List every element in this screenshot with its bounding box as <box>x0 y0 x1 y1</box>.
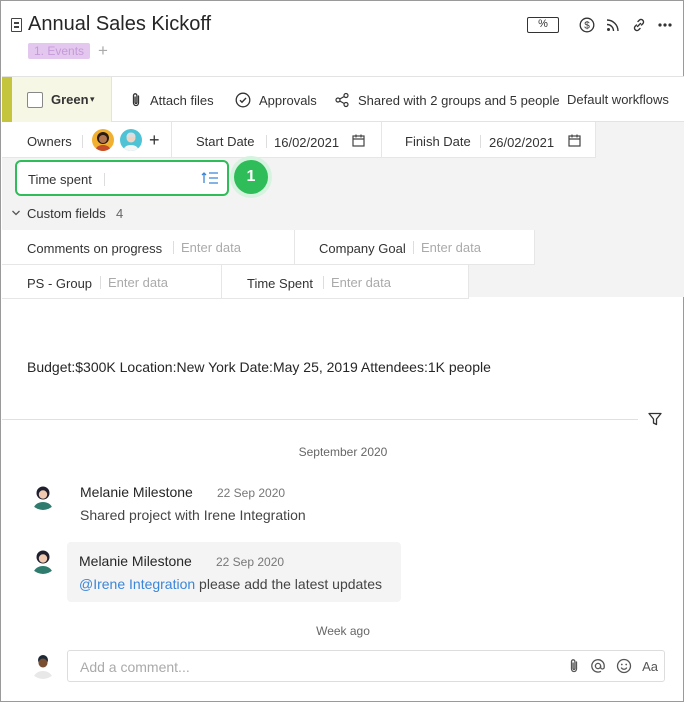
shared-label: Shared with 2 groups and 5 people <box>358 92 560 108</box>
custom-field-label: PS - Group <box>27 276 93 291</box>
custom-field-input[interactable]: Enter data <box>421 240 481 255</box>
custom-field-input[interactable]: Enter data <box>181 240 241 255</box>
separator <box>413 241 414 254</box>
paperclip-icon[interactable] <box>568 658 580 674</box>
custom-field-label: Time Spent <box>247 276 313 291</box>
activity-text: Shared project with Irene Integration <box>80 507 306 523</box>
owner-avatar[interactable] <box>120 129 142 151</box>
finish-date-field[interactable]: Finish Date 26/02/2021 <box>382 122 596 158</box>
comment-input[interactable]: Add a comment... Aa <box>67 650 665 682</box>
title-row: Annual Sales Kickoff % $ <box>11 13 673 41</box>
status-color-bar <box>2 77 12 122</box>
custom-field-input[interactable]: Enter data <box>331 275 391 290</box>
action-bar: Green ▾ Attach files Approvals Shared wi… <box>2 76 684 122</box>
custom-fields-count: 4 <box>116 206 124 221</box>
status-label: Green <box>51 92 89 107</box>
comment-date: 22 Sep 2020 <box>216 555 285 569</box>
tag-row: 1. Events + <box>28 42 108 60</box>
custom-field[interactable]: Company Goal Enter data <box>295 230 535 265</box>
check-circle-icon <box>235 92 251 108</box>
rss-icon[interactable] <box>605 17 621 33</box>
user-mention[interactable]: @Irene Integration <box>79 576 195 592</box>
filter-icon[interactable] <box>647 411 663 427</box>
month-header: September 2020 <box>298 445 388 459</box>
text-format-button[interactable]: Aa <box>642 659 658 674</box>
add-tag-button[interactable]: + <box>98 42 108 59</box>
emoji-icon[interactable] <box>616 658 632 674</box>
time-spent-label: Time spent <box>28 172 92 187</box>
comment-author[interactable]: Melanie Milestone <box>79 553 192 569</box>
at-mention-icon[interactable] <box>590 658 606 674</box>
custom-field[interactable]: Comments on progress Enter data <box>2 230 295 265</box>
comment-bubble: Melanie Milestone 22 Sep 2020 @Irene Int… <box>67 542 401 602</box>
task-description[interactable]: Budget:$300K Location:New York Date:May … <box>27 359 491 375</box>
activity-date: 22 Sep 2020 <box>217 486 286 500</box>
custom-field-input[interactable]: Enter data <box>108 275 168 290</box>
time-tracking-icon[interactable] <box>201 171 219 185</box>
header-actions: % $ <box>527 15 673 35</box>
add-owner-button[interactable]: + <box>149 130 160 151</box>
workflows-label: Default workflows <box>567 92 669 107</box>
custom-field[interactable]: Time Spent Enter data <box>222 265 469 299</box>
finish-date-label: Finish Date <box>405 134 471 149</box>
week-ago-label: Week ago <box>316 624 370 638</box>
separator <box>480 135 481 148</box>
folder-tag[interactable]: 1. Events <box>28 43 91 59</box>
avatar <box>29 651 57 679</box>
step-badge: 1 <box>234 160 268 194</box>
attach-files-button[interactable]: Attach files <box>130 92 214 108</box>
status-checkbox[interactable] <box>27 92 43 108</box>
avatar <box>29 546 57 574</box>
custom-field[interactable]: PS - Group Enter data <box>2 265 222 299</box>
start-date-label: Start Date <box>196 134 255 149</box>
start-date-value[interactable]: 16/02/2021 <box>274 135 339 150</box>
percent-button[interactable]: % <box>527 17 559 33</box>
divider <box>2 419 638 420</box>
calendar-icon[interactable] <box>352 134 365 147</box>
link-icon[interactable] <box>631 17 647 33</box>
comment-text: @Irene Integration please add the latest… <box>79 576 382 592</box>
custom-fields-label[interactable]: Custom fields <box>27 206 106 221</box>
fields-section: Owners + Start Date 16/02/2021 Finish Da… <box>2 122 684 299</box>
activity-author[interactable]: Melanie Milestone <box>80 484 193 500</box>
approvals-label: Approvals <box>259 92 317 108</box>
default-workflows-button[interactable]: Default workflows <box>567 92 669 107</box>
comment-tools: Aa <box>568 658 658 674</box>
separator <box>173 241 174 254</box>
custom-field-label: Company Goal <box>319 241 406 256</box>
owner-avatar[interactable] <box>92 129 114 151</box>
attach-files-label: Attach files <box>150 92 214 108</box>
owners-field: Owners + <box>2 122 172 158</box>
status-dropdown[interactable]: Green ▾ <box>2 77 112 122</box>
separator <box>100 276 101 289</box>
svg-text:$: $ <box>584 21 590 32</box>
custom-field-label: Comments on progress <box>27 241 163 256</box>
separator <box>266 135 267 148</box>
time-spent-field[interactable]: Time spent <box>15 160 229 196</box>
avatar <box>29 482 57 510</box>
approvals-button[interactable]: Approvals <box>235 92 317 108</box>
calendar-icon[interactable] <box>568 134 581 147</box>
comment-body: please add the latest updates <box>195 576 382 592</box>
more-options-icon[interactable] <box>657 17 673 33</box>
chevron-down-icon: ▾ <box>90 94 95 104</box>
paperclip-icon <box>132 93 140 107</box>
share-icon <box>335 92 349 108</box>
document-icon <box>11 18 22 32</box>
task-title[interactable]: Annual Sales Kickoff <box>28 13 211 36</box>
separator <box>323 276 324 289</box>
comment-placeholder: Add a comment... <box>80 659 190 675</box>
task-panel: Annual Sales Kickoff % $ 1. Events + Gre… <box>0 0 684 702</box>
chevron-down-icon[interactable] <box>11 208 21 221</box>
separator <box>82 135 83 148</box>
shared-button[interactable]: Shared with 2 groups and 5 people <box>334 92 560 108</box>
separator <box>104 173 105 186</box>
owners-label: Owners <box>27 134 72 149</box>
start-date-field[interactable]: Start Date 16/02/2021 <box>172 122 382 158</box>
dollar-icon[interactable]: $ <box>579 17 595 33</box>
finish-date-value[interactable]: 26/02/2021 <box>489 135 554 150</box>
